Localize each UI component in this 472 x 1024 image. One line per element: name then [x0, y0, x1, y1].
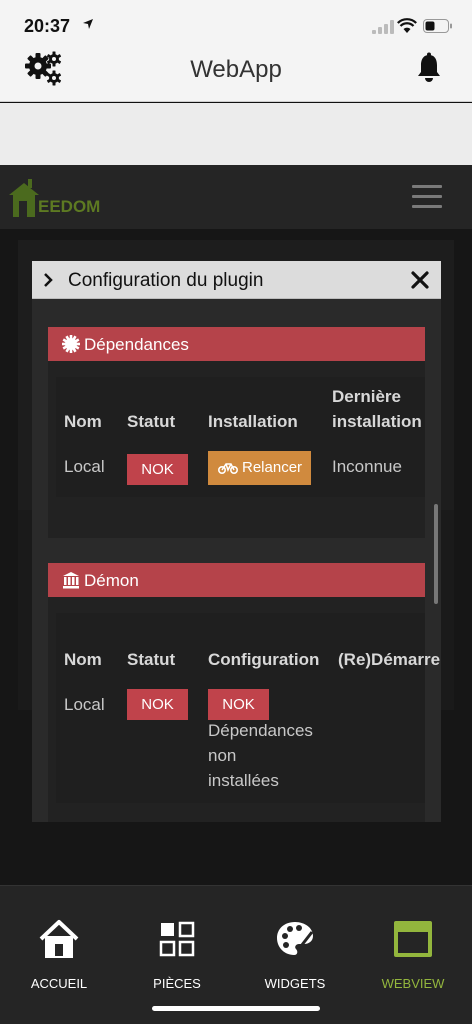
col-statut: Statut: [127, 650, 176, 669]
bottom-tab-bar: ACCUEIL PIÈCES WIDGETS WEBVIEW: [0, 885, 472, 1024]
webview-address-area: [0, 103, 472, 165]
modal-body: Dépendances Nom Statut Installation Dern…: [32, 299, 441, 822]
daemon-config-message-line2: non: [208, 746, 237, 765]
status-bar: 20:37: [0, 0, 472, 44]
jeedom-logo-text: EEDOM: [38, 197, 101, 216]
screen: 20:37 WebApp EEDOM Configuration du plug…: [0, 0, 472, 1024]
bank-icon: [63, 572, 79, 589]
app-header: WebApp: [0, 44, 472, 102]
chevron-right-icon[interactable]: [42, 273, 54, 287]
palette-icon: [277, 922, 314, 955]
tab-webview[interactable]: WEBVIEW: [354, 886, 472, 996]
battery-icon: [423, 19, 452, 33]
col-nom: Nom: [64, 650, 102, 669]
col-statut: Statut: [127, 412, 176, 431]
tab-label: ACCUEIL: [30, 976, 88, 991]
modal-header: Configuration du plugin: [32, 261, 441, 299]
location-arrow-icon: [83, 19, 93, 29]
app-title: WebApp: [190, 56, 282, 83]
cog-icon: [62, 335, 80, 353]
daemon-panel-header: Démon: [48, 563, 425, 597]
dependencies-panel-header: Dépendances: [48, 327, 425, 361]
dependencies-status-badge: NOK: [127, 454, 188, 485]
daemon-status-badge: NOK: [127, 689, 188, 720]
relancer-button[interactable]: Relancer: [208, 451, 311, 485]
col-derniere-line2: installation: [332, 412, 422, 431]
dependencies-row-derniere: Inconnue: [332, 457, 402, 476]
col-nom: Nom: [64, 412, 102, 431]
relancer-label: Relancer: [242, 459, 303, 476]
tab-label: PIÈCES: [153, 976, 201, 991]
dependencies-panel: Nom Statut Installation Dernière install…: [48, 361, 425, 538]
notification-bell-icon[interactable]: [414, 52, 444, 84]
home-icon: [39, 920, 79, 958]
dependencies-row-nom: Local: [64, 457, 105, 476]
jeedom-navbar: EEDOM: [0, 165, 472, 229]
bicycle-icon: [218, 463, 238, 475]
col-configuration: Configuration: [208, 650, 320, 669]
dependencies-heading: Dépendances: [84, 335, 189, 354]
modal-title: Configuration du plugin: [68, 270, 264, 291]
home-indicator[interactable]: [152, 1006, 320, 1011]
cellular-signal-icon: [372, 20, 394, 34]
close-icon[interactable]: [410, 270, 430, 290]
daemon-row-nom: Local: [64, 695, 105, 714]
tab-widgets[interactable]: WIDGETS: [236, 886, 354, 996]
daemon-config-message-line3: installées: [208, 771, 279, 790]
col-redemarrer: (Re)Démarrer: [338, 650, 441, 669]
menu-hamburger-icon[interactable]: [412, 185, 442, 209]
plugin-config-modal: Configuration du plugin Dépendances Nom …: [32, 261, 441, 822]
col-installation: Installation: [208, 412, 298, 431]
daemon-panel: Nom Statut Configuration (Re)Démarrer Lo…: [48, 597, 441, 822]
modal-scrollbar[interactable]: [434, 504, 438, 604]
wifi-icon: [397, 18, 417, 33]
daemon-heading: Démon: [84, 571, 139, 590]
daemon-config-badge: NOK: [208, 689, 269, 720]
tab-accueil[interactable]: ACCUEIL: [0, 886, 118, 996]
window-icon: [394, 921, 432, 957]
grid-icon: [159, 921, 195, 957]
tab-label: WIDGETS: [264, 976, 326, 991]
tab-pieces[interactable]: PIÈCES: [118, 886, 236, 996]
daemon-config-message-line1: Dépendances: [208, 721, 313, 740]
status-time: 20:37: [24, 16, 71, 36]
col-derniere-line1: Dernière: [332, 387, 401, 406]
tab-label: WEBVIEW: [381, 976, 445, 991]
